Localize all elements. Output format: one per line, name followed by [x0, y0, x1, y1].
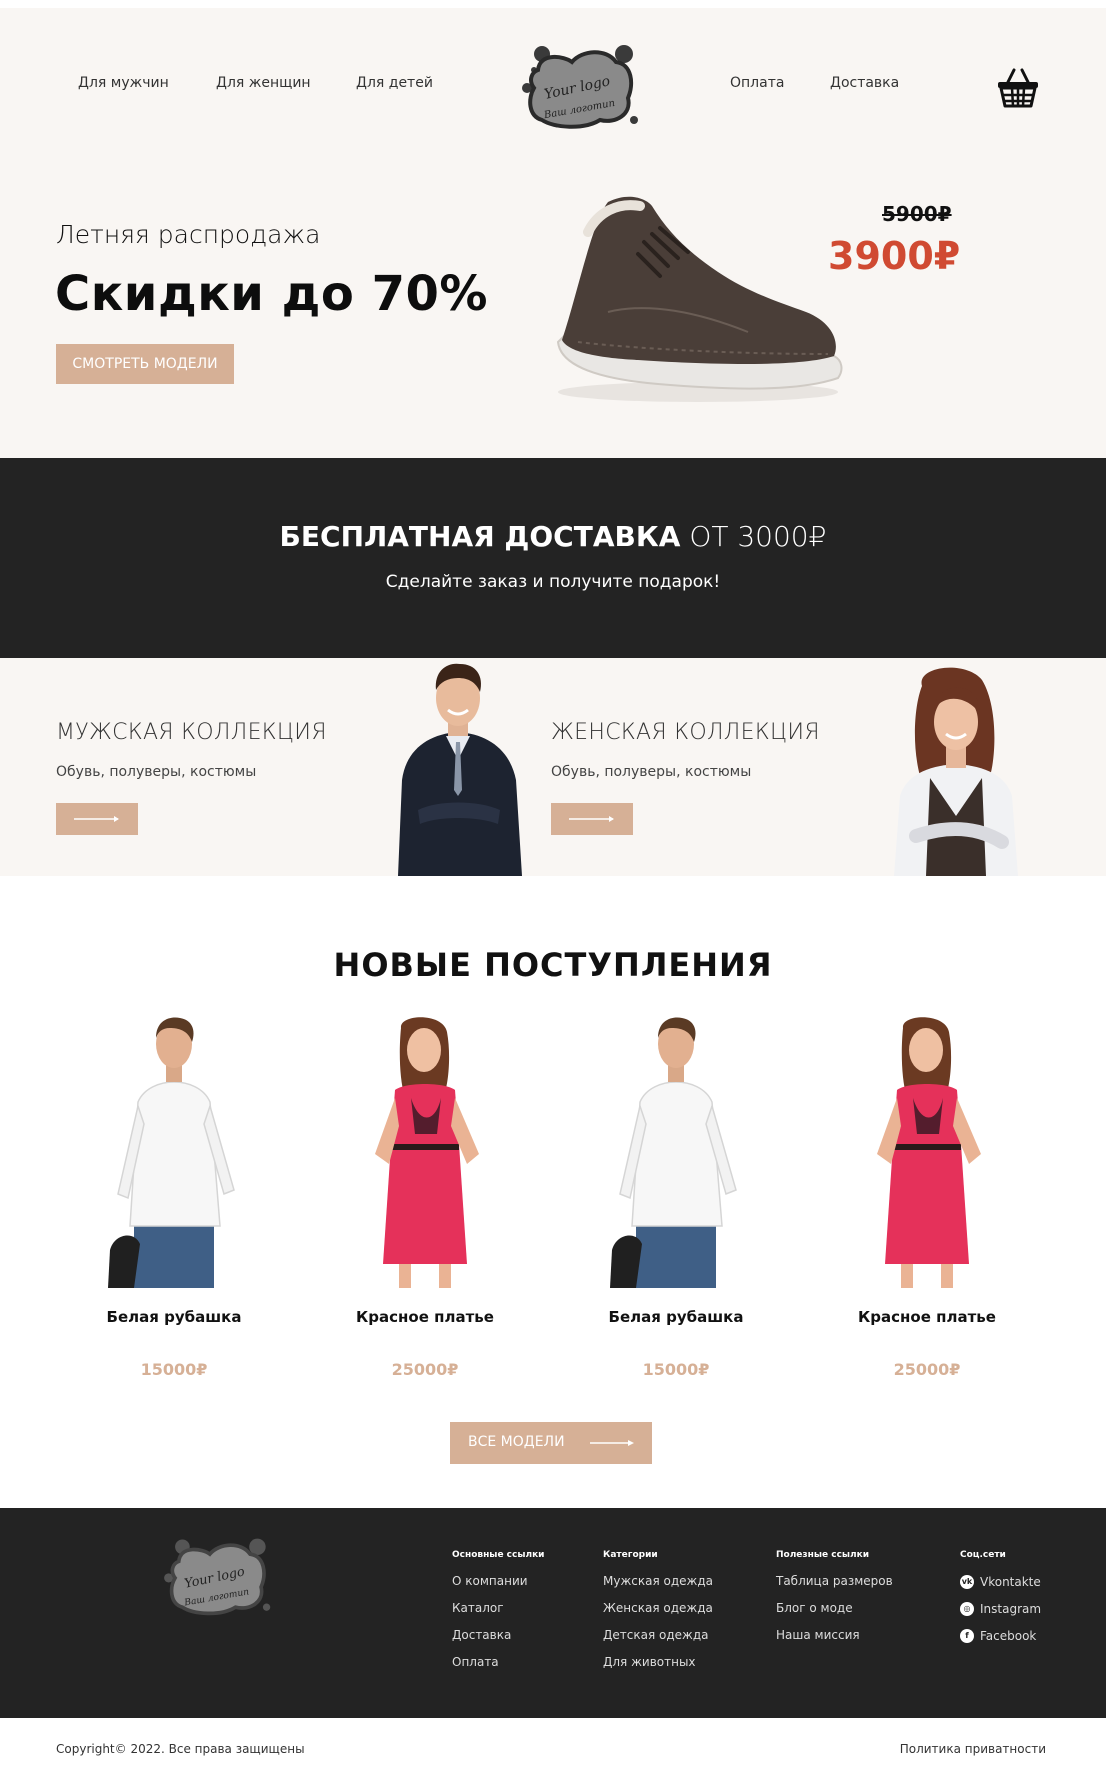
- footer-link-delivery[interactable]: Доставка: [452, 1628, 545, 1643]
- all-models-button[interactable]: ВСЕ МОДЕЛИ: [450, 1422, 652, 1464]
- footer-column-social: Соц.сети vk Vkontakte ◎ Instagram f Face…: [960, 1550, 1041, 1655]
- footer-heading: Категории: [603, 1550, 658, 1560]
- footer-link-size-chart[interactable]: Таблица размеров: [776, 1574, 893, 1589]
- product-name: Красное платье: [356, 1308, 494, 1326]
- women-collection-subtitle: Обувь, полуверы, костюмы: [551, 764, 752, 780]
- sale-price: 3900₽: [828, 234, 961, 278]
- nav-link-payment[interactable]: Оплата: [730, 75, 784, 91]
- product-card[interactable]: Красное платье 25000₽: [325, 1010, 525, 1390]
- woman-in-blouse-image: [894, 667, 1018, 876]
- product-card[interactable]: Белая рубашка 15000₽: [576, 1010, 776, 1390]
- product-card[interactable]: Белая рубашка 15000₽: [74, 1010, 274, 1390]
- instagram-icon: ◎: [960, 1601, 974, 1616]
- footer-link-payment[interactable]: Оплата: [452, 1655, 545, 1670]
- product-price: 15000₽: [642, 1360, 710, 1379]
- footer-link-pets[interactable]: Для животных: [603, 1655, 713, 1670]
- product-name: Белая рубашка: [106, 1308, 242, 1326]
- free-delivery-title: БЕСПЛАТНАЯ ДОСТАВКА ОТ 3000₽: [0, 520, 1106, 553]
- free-delivery-subtitle: Сделайте заказ и получите подарок!: [385, 572, 721, 592]
- footer-link-about[interactable]: О компании: [452, 1574, 545, 1589]
- footer: Your logo Ваш логотип Основные ссылки О …: [0, 1508, 1106, 1718]
- men-collection-title: МУЖСКАЯ КОЛЛЕКЦИЯ: [56, 720, 327, 745]
- footer-link-women[interactable]: Женская одежда: [603, 1601, 713, 1616]
- footer-link-catalog[interactable]: Каталог: [452, 1601, 545, 1616]
- footer-heading: Полезные ссылки: [776, 1550, 870, 1560]
- old-price: 5900₽: [882, 202, 952, 226]
- hero-title: Скидки до 70%: [55, 266, 488, 322]
- free-delivery-banner: БЕСПЛАТНАЯ ДОСТАВКА ОТ 3000₽ Сделайте за…: [0, 458, 1106, 658]
- footer-link-kids[interactable]: Детская одежда: [603, 1628, 713, 1643]
- social-label: Instagram: [980, 1601, 1042, 1616]
- arrow-right-icon: [569, 816, 614, 822]
- shoe-image: [556, 196, 843, 402]
- men-collection-button[interactable]: [56, 803, 138, 835]
- footer-column-categories: Категории Мужская одежда Женская одежда …: [603, 1550, 713, 1682]
- view-models-button[interactable]: СМОТРЕТЬ МОДЕЛИ: [56, 344, 234, 384]
- footer-link-vkontakte[interactable]: vk Vkontakte: [960, 1574, 1041, 1589]
- footer-link-blog[interactable]: Блог о моде: [776, 1601, 893, 1616]
- free-delivery-title-light: ОТ 3000₽: [689, 520, 827, 553]
- free-delivery-title-bold: БЕСПЛАТНАЯ ДОСТАВКА: [279, 520, 681, 553]
- arrow-right-icon: [590, 1440, 634, 1446]
- product-card[interactable]: Красное платье 25000₽: [827, 1010, 1027, 1390]
- arrow-right-icon: [74, 816, 119, 822]
- logo[interactable]: Your logo Ваш логотип: [520, 40, 644, 134]
- copyright-text: Copyright© 2022. Все права защищены: [56, 1742, 305, 1756]
- women-collection-button[interactable]: [551, 803, 633, 835]
- product-image-white-shirt: [610, 1017, 737, 1288]
- product-image-red-dress: [375, 1017, 479, 1288]
- footer-column-useful: Полезные ссылки Таблица размеров Блог о …: [776, 1550, 893, 1655]
- nav-link-delivery[interactable]: Доставка: [830, 75, 899, 91]
- hero-section: Для мужчин Для женщин Для детей Your log…: [0, 8, 1106, 458]
- footer-heading: Основные ссылки: [452, 1550, 545, 1560]
- privacy-policy-link[interactable]: Политика приватности: [900, 1742, 1046, 1756]
- product-name: Белая рубашка: [608, 1308, 744, 1326]
- nav-link-men[interactable]: Для мужчин: [78, 75, 169, 91]
- product-price: 15000₽: [140, 1360, 208, 1379]
- new-arrivals-title: НОВЫЕ ПОСТУПЛЕНИЯ: [333, 946, 773, 984]
- footer-link-mission[interactable]: Наша миссия: [776, 1628, 893, 1643]
- facebook-icon: f: [960, 1628, 974, 1643]
- footer-link-instagram[interactable]: ◎ Instagram: [960, 1601, 1041, 1616]
- social-label: Vkontakte: [980, 1574, 1041, 1589]
- bottom-bar: Copyright© 2022. Все права защищены Поли…: [0, 1718, 1106, 1784]
- product-price: 25000₽: [391, 1360, 459, 1379]
- footer-link-facebook[interactable]: f Facebook: [960, 1628, 1041, 1643]
- product-price: 25000₽: [893, 1360, 961, 1379]
- product-image-white-shirt: [108, 1017, 235, 1288]
- product-name: Красное платье: [858, 1308, 996, 1326]
- footer-heading: Соц.сети: [960, 1550, 1006, 1560]
- social-label: Facebook: [980, 1628, 1037, 1643]
- collections-section: МУЖСКАЯ КОЛЛЕКЦИЯ Обувь, полуверы, костю…: [0, 658, 1106, 876]
- product-image-red-dress: [877, 1017, 981, 1288]
- men-collection-subtitle: Обувь, полуверы, костюмы: [56, 764, 257, 780]
- all-models-label: ВСЕ МОДЕЛИ: [468, 1434, 565, 1450]
- women-collection-title: ЖЕНСКАЯ КОЛЛЕКЦИЯ: [551, 720, 820, 745]
- basket-icon[interactable]: [994, 64, 1042, 112]
- nav-link-women[interactable]: Для женщин: [216, 75, 311, 91]
- footer-link-men[interactable]: Мужская одежда: [603, 1574, 713, 1589]
- footer-column-main: Основные ссылки О компании Каталог Доста…: [452, 1550, 545, 1682]
- vk-icon: vk: [960, 1574, 974, 1589]
- footer-logo[interactable]: Your logo Ваш логотип: [162, 1534, 276, 1620]
- hero-subtitle: Летняя распродажа: [56, 220, 321, 249]
- man-in-suit-image: [398, 663, 522, 876]
- nav-link-kids[interactable]: Для детей: [356, 75, 433, 91]
